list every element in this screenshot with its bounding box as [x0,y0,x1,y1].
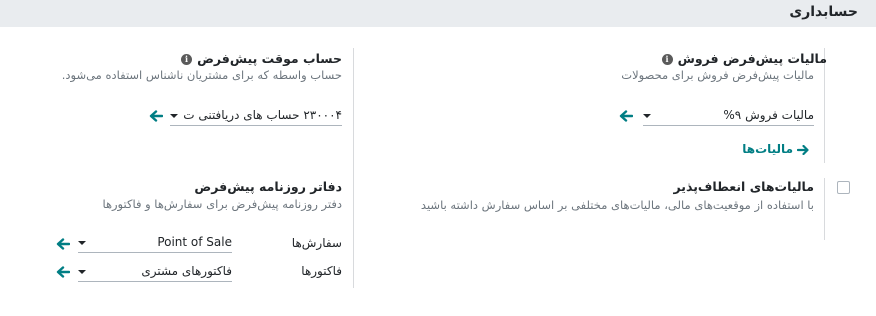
taxes-link-label: مالیات‌ها [742,142,793,156]
flexible-taxes-description: با استفاده از موقعیت‌های مالی، مالیات‌ها… [420,198,814,212]
divider [353,48,354,288]
internal-link-arrow-icon[interactable] [56,266,70,278]
sales-tax-value: مالیات فروش ۹% [723,108,814,122]
invoices-journal-value: فاکتورهای مشتری [141,264,232,278]
temp-account-value: ۲۳۰۰۰۴ حساب های دریافتنی ت [183,108,342,122]
temp-account-field[interactable]: ۲۳۰۰۰۴ حساب های دریافتنی ت [170,106,342,126]
internal-link-arrow-icon[interactable] [149,110,163,122]
section-header: حسابداری [0,0,876,27]
orders-journal-value: Point of Sale [157,235,232,249]
flexible-taxes-checkbox[interactable] [837,181,850,194]
default-journals-description: دفتر روزنامه پیش‌فرض برای سفارش‌ها و فاک… [102,197,342,211]
divider [824,178,825,240]
sales-tax-field[interactable]: مالیات فروش ۹% [643,106,814,126]
chevron-down-icon[interactable] [170,114,178,118]
internal-link-arrow-icon[interactable] [619,110,633,122]
default-sales-tax-title: مالیات پیش‌فرض فروش i [661,51,827,66]
default-journals-title: دفاتر روزنامه پیش‌فرض [194,179,342,194]
orders-label: سفارش‌ها [291,236,342,250]
default-temp-account-description: حساب واسطه که برای مشتریان ناشناس استفاد… [61,68,342,82]
taxes-link[interactable]: مالیات‌ها [742,142,809,156]
flexible-taxes-title: مالیات‌های انعطاف‌پذیر [673,179,814,194]
info-icon[interactable]: i [181,54,193,65]
chevron-down-icon[interactable] [643,114,651,118]
invoices-label: فاکتورها [301,264,342,278]
arrow-right-icon [797,144,809,155]
section-title: حسابداری [789,4,858,20]
default-temp-account-title: حساب موقت پیش‌فرض i [181,51,342,66]
default-sales-tax-label: مالیات پیش‌فرض فروش [677,51,827,66]
internal-link-arrow-icon[interactable] [56,238,70,250]
default-sales-tax-description: مالیات پیش‌فرض فروش برای محصولات [621,68,814,82]
default-temp-account-label: حساب موقت پیش‌فرض [197,51,342,66]
chevron-down-icon[interactable] [78,270,86,274]
orders-journal-field[interactable]: Point of Sale [78,233,232,253]
invoices-journal-field[interactable]: فاکتورهای مشتری [78,262,232,282]
info-icon[interactable]: i [661,54,673,65]
chevron-down-icon[interactable] [78,241,86,245]
